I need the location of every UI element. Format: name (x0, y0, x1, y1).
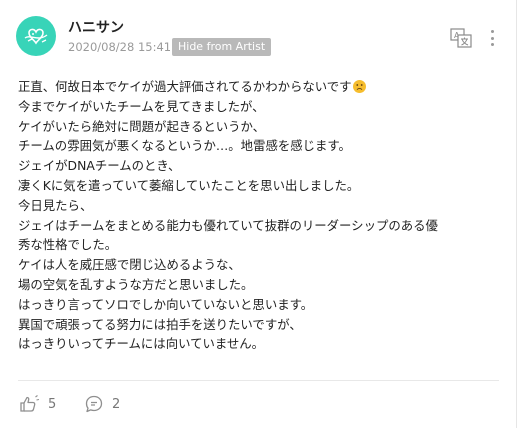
body-line: 正直、何故日本でケイが過大評価されてるかわからないです (18, 77, 503, 97)
like-hand-icon (20, 395, 40, 412)
body-line: 場の空気を乱すような方だと思いました。 (18, 276, 254, 292)
body-line: はっきり言ってソロでしか向いていないと思います。 (18, 296, 314, 312)
body-line: 異国で頑張ってる努力には拍手を送りたいですが、 (18, 316, 302, 332)
author-name[interactable]: ハニサン (68, 17, 124, 37)
body-line: チームの雰囲気が悪くなるというか…。地雷感を感じます。 (18, 138, 351, 154)
post-timestamp: 2020/08/28 15:41 (68, 40, 172, 54)
body-line: 秀な性格でした。 (18, 237, 118, 253)
body-line: ケイは人を威圧感で閉じ込めるような、 (18, 257, 241, 273)
comment-count: 2 (112, 396, 121, 412)
like-count: 5 (48, 396, 57, 412)
comment-button[interactable]: 2 (84, 394, 120, 414)
dot (490, 30, 494, 33)
more-options-icon[interactable] (484, 27, 500, 49)
body-line: はっきりいってチームには向いていません。 (18, 336, 265, 352)
avatar-doodle-icon (24, 28, 48, 45)
divider (18, 380, 499, 381)
body-line: ジェイがDNAチームのとき、 (18, 158, 181, 174)
dot (490, 43, 494, 46)
post-body: 正直、何故日本でケイが過大評価されてるかわからないです 今までケイがいたチームを… (18, 77, 503, 354)
comment-post: ハニサン 2020/08/28 15:41 Hide from Artist A… (0, 0, 517, 428)
dot (490, 36, 494, 40)
body-line: 凄くKに気を遣っていて萎縮していたことを思い出しました。 (18, 177, 360, 193)
hide-from-artist-button[interactable]: Hide from Artist (172, 38, 272, 56)
body-line: ケイがいたら絶対に問題が起きるというか、 (18, 118, 266, 134)
body-line: ジェイはチームをまとめる能力も優れていて抜群のリーダーシップのある優 (18, 217, 438, 233)
translate-icon[interactable]: A (450, 28, 472, 48)
body-line: 今までケイがいたチームを見てきましたが、 (18, 98, 265, 114)
avatar[interactable] (16, 16, 56, 56)
body-line: 今日見たら、 (18, 197, 93, 213)
like-button[interactable]: 5 (18, 394, 56, 414)
comment-bubble-icon (85, 395, 103, 413)
worried-face-emoji-icon (352, 80, 366, 93)
